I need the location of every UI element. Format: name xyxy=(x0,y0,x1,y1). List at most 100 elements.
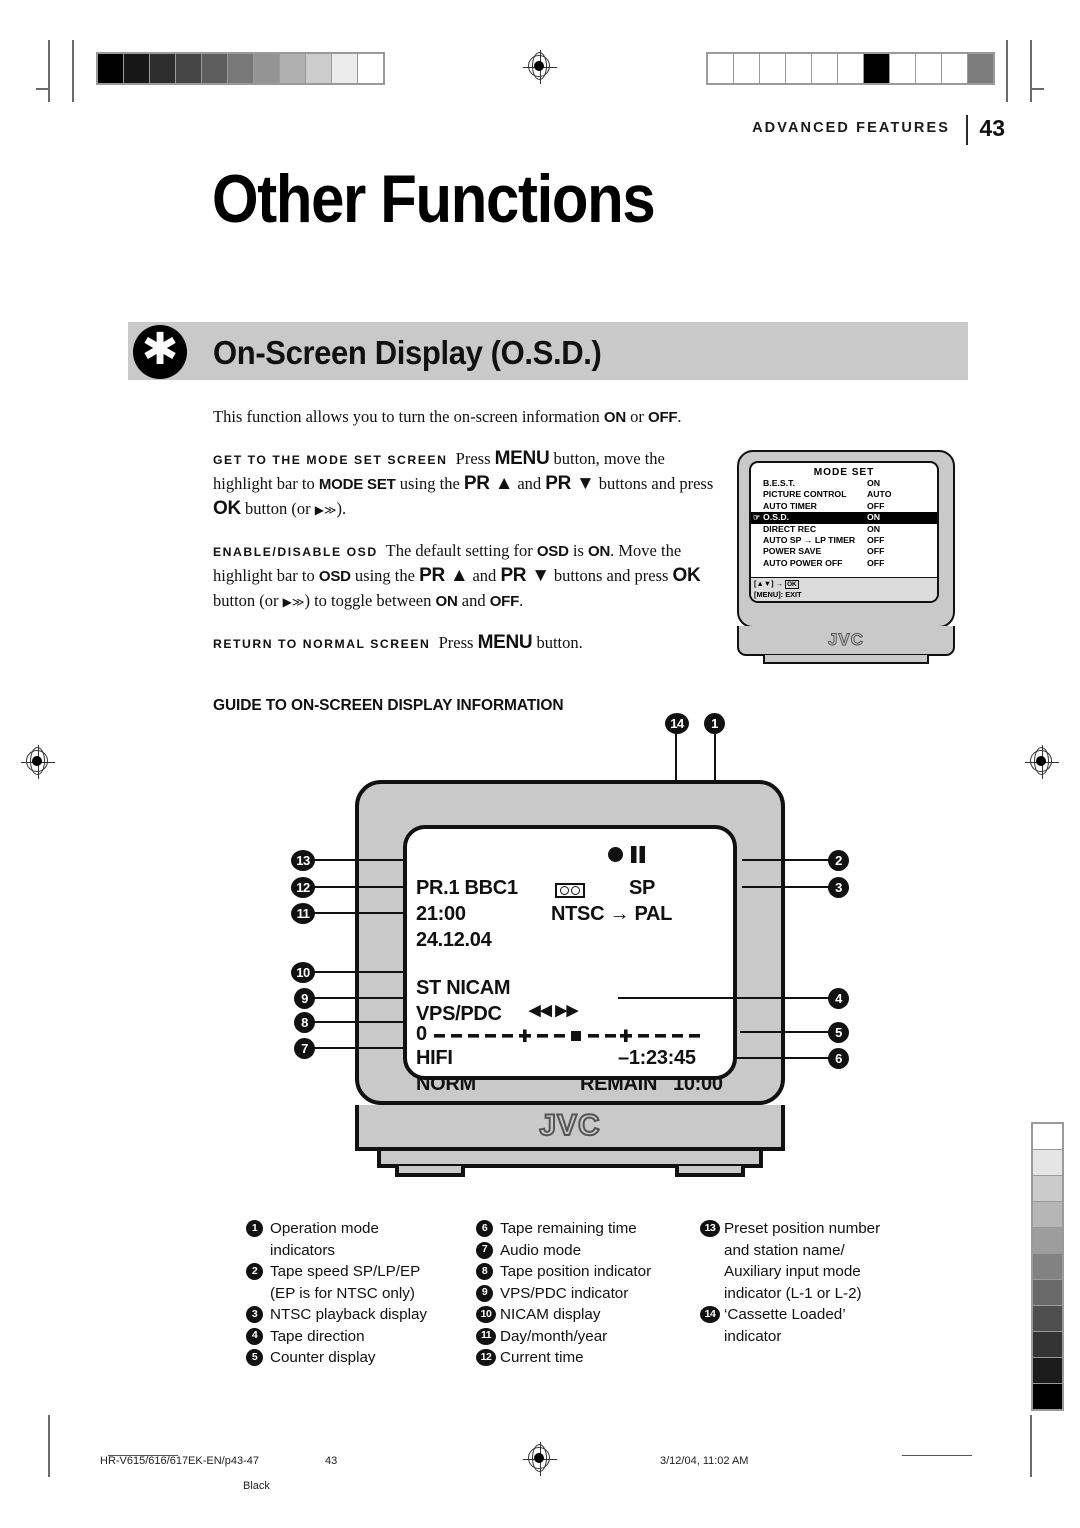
step-2-pr-down: PR ▼ xyxy=(500,565,550,586)
legend-bullet: 2 xyxy=(246,1263,268,1281)
cassette-loaded-icon xyxy=(555,883,585,898)
pause-indicator-icon xyxy=(631,846,645,863)
legend-number: 10 xyxy=(476,1306,496,1323)
legend-text: Audio mode xyxy=(500,1241,582,1259)
leader-13 xyxy=(314,859,404,862)
osd-current-time: 21:00 xyxy=(416,903,466,925)
osd-counter-value: –1:23:45 xyxy=(618,1047,696,1069)
mode-set-row: B.E.S.T. ON xyxy=(751,478,937,489)
legend-text-cont: and station name/ xyxy=(724,1241,845,1259)
leader-6 xyxy=(733,1057,830,1060)
callout-2: 2 xyxy=(828,850,849,871)
legend-bullet: 9 xyxy=(476,1284,498,1303)
mode-set-title: MODE SET xyxy=(813,467,875,478)
crop-mark-tl-v2 xyxy=(72,40,74,102)
asterisk-icon: ✱ xyxy=(133,325,187,379)
updown-arrows-icon: ▲▼ xyxy=(756,579,772,588)
step-2-osd-b: OSD xyxy=(318,568,351,585)
running-head-section: ADVANCED FEATURES xyxy=(752,120,950,136)
legend-number: 7 xyxy=(476,1241,493,1259)
legend-number: 2 xyxy=(246,1263,263,1280)
mode-set-value: OFF xyxy=(867,557,885,568)
leader-8 xyxy=(314,1021,404,1024)
counter-zero: 0 xyxy=(416,1023,427,1045)
record-indicator-icon xyxy=(608,847,623,862)
body-copy: This function allows you to turn the on-… xyxy=(213,405,725,673)
crop-mark-br-v xyxy=(1030,1415,1032,1477)
step-1-pr-up: PR ▲ xyxy=(463,473,514,494)
intro-text-b: or xyxy=(626,407,648,426)
legend-item: 11 Day/month/year xyxy=(476,1326,701,1348)
step-1-p0: Press xyxy=(455,449,495,468)
step-2-p14: ) to toggle between xyxy=(304,591,436,610)
leader-10 xyxy=(314,971,404,974)
intro-text-a: This function allows you to turn the on-… xyxy=(213,407,604,426)
osd-content: PR.1 BBC1 21:00 24.12.04 SP NTSC → PAL S… xyxy=(403,825,737,1095)
legend-item: 13 Preset position number xyxy=(700,1218,935,1240)
callout-8: 8 xyxy=(294,1012,315,1033)
legend-text: Tape position indicator xyxy=(500,1263,652,1280)
legend-column-1: 1 Operation mode indicators 2 Tape speed S… xyxy=(246,1218,456,1369)
osd-remain-label: REMAIN xyxy=(580,1073,658,1095)
legend-number: 12 xyxy=(476,1349,496,1366)
legend-number: 8 xyxy=(476,1263,493,1280)
step-1-ok: OK xyxy=(213,498,241,519)
crop-mark-tl-v xyxy=(48,40,50,102)
mode-set-label: O.S.D. xyxy=(763,512,790,523)
leader-7 xyxy=(314,1047,404,1050)
callout-1: 1 xyxy=(704,713,725,734)
step-1-pr-down: PR ▼ xyxy=(545,473,595,494)
legend-column-2: 6 Tape remaining time 7 Audio mode 8 Tape p… xyxy=(476,1218,701,1369)
crop-mark-tr-v2 xyxy=(1030,40,1032,102)
legend-text: NICAM display xyxy=(500,1306,601,1323)
legend-text: Counter display xyxy=(270,1349,376,1366)
mode-set-row-highlighted-osd: ☞ O.S.D. ON xyxy=(751,512,937,524)
legend-bullet: 1 xyxy=(246,1220,268,1238)
legend-text-cont: Auxiliary input mode xyxy=(724,1263,861,1280)
osd-audio-mode: HIFI xyxy=(416,1047,453,1069)
mode-set-value: ON xyxy=(867,523,881,534)
legend-item: 2 Tape speed SP/LP/EP xyxy=(246,1261,456,1283)
mode-set-footer: [▲▼] → OK [MENU]: EXIT xyxy=(751,576,937,601)
mode-set-screen: MODE SET B.E.S.T. ON PICTURE CONTROL AUTO … xyxy=(749,461,939,603)
osd-remain-value: 10:00 xyxy=(673,1073,723,1095)
greyscale-bar-right xyxy=(1031,1122,1064,1411)
step-enable-disable-osd: ENABLE/DISABLE OSD The default setting f… xyxy=(213,539,725,614)
mode-set-row: POWER SAVE OFF xyxy=(751,546,937,557)
step-3-p2: button. xyxy=(532,633,583,652)
legend-item: 4 Tape direction xyxy=(246,1326,456,1348)
leader-5 xyxy=(740,1031,830,1034)
legend-number: 6 xyxy=(476,1220,493,1237)
callout-4: 4 xyxy=(828,988,849,1009)
step-get-to-mode-set: GET TO THE MODE SET SCREEN Press MENU bu… xyxy=(213,447,725,522)
osd-tape-speed: SP xyxy=(629,877,656,899)
legend-text: Tape remaining time xyxy=(500,1220,637,1237)
legend-number: 11 xyxy=(476,1327,496,1345)
mode-set-label: AUTO TIMER xyxy=(763,500,817,511)
step-2-p2: is xyxy=(568,541,589,560)
step-3-menu: MENU xyxy=(477,632,533,653)
step-2-ok: OK xyxy=(672,565,701,586)
section-heading: On-Screen Display (O.S.D.) xyxy=(213,334,602,371)
mode-set-row: AUTO POWER OFF OFF xyxy=(751,558,937,569)
step-2-ff-icon: ▶≫ xyxy=(282,595,305,609)
registration-mark-bottom xyxy=(523,1442,557,1476)
callout-9: 9 xyxy=(294,988,315,1009)
crop-line-bottom-right xyxy=(902,1455,972,1457)
footer-timestamp: 3/12/04, 11:02 AM xyxy=(660,1455,749,1467)
legend-bullet: 3 xyxy=(246,1306,268,1324)
callout-10: 10 xyxy=(291,962,315,983)
callout-11: 11 xyxy=(291,903,315,924)
callout-12: 12 xyxy=(291,877,315,898)
step-2-on: ON xyxy=(588,543,611,560)
hint-arrow: ] → xyxy=(771,579,786,588)
legend-bullet: 4 xyxy=(246,1327,268,1346)
step-2-p8: and xyxy=(468,566,501,585)
mode-set-value: OFF xyxy=(867,546,885,557)
tv-brand-band: JVC xyxy=(737,626,955,656)
step-2-p12: button (or xyxy=(213,591,283,610)
legend-bullet: 8 xyxy=(476,1263,498,1281)
crop-mark-bl-v xyxy=(48,1415,50,1477)
leader-4 xyxy=(618,997,830,1000)
crop-mark-tr-h xyxy=(1030,88,1044,90)
